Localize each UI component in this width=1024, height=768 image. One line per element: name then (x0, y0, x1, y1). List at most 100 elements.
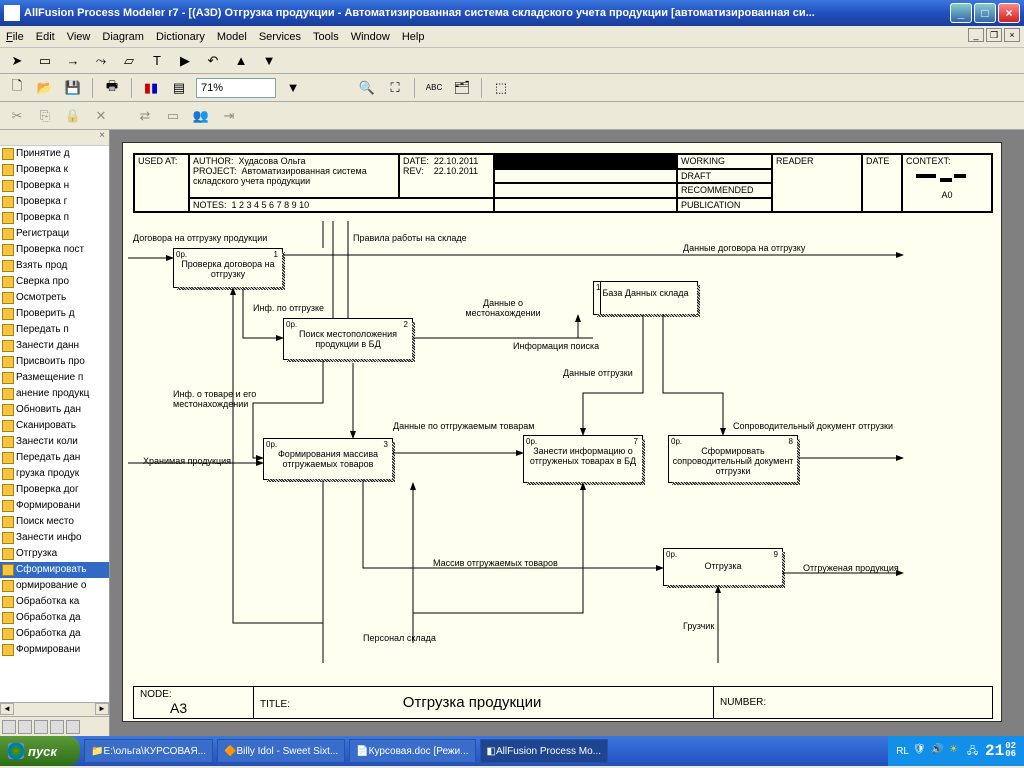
tree-item[interactable]: Принятие д (0, 146, 109, 162)
activity-8[interactable]: 0р.8 Сформировать сопроводительный докум… (668, 435, 798, 483)
tree-item[interactable]: Занести инфо (0, 530, 109, 546)
tree-item[interactable]: Поиск место (0, 514, 109, 530)
tray-volume-icon[interactable]: 🔊 (931, 744, 945, 758)
tree-item[interactable]: Передать п (0, 322, 109, 338)
down-tool[interactable]: ▼ (258, 50, 280, 72)
box-tool[interactable]: ▭ (34, 50, 56, 72)
tab-icon-4[interactable] (50, 720, 64, 734)
minimize-button[interactable]: _ (950, 3, 972, 23)
tree-item[interactable]: анение продукц (0, 386, 109, 402)
print-button[interactable]: 🖶 (101, 77, 123, 99)
tab-icon-5[interactable] (66, 720, 80, 734)
canvas-area[interactable]: USED AT: AUTHOR: Худасова Ольга PROJECT:… (110, 130, 1024, 736)
close-pane-button[interactable]: ✕ (90, 105, 112, 127)
new-button[interactable]: 🗋 (6, 77, 28, 99)
menu-file[interactable]: File (6, 31, 24, 43)
taskbar-item-1[interactable]: 📁 Е:\ольга\КУРСОВАЯ... (84, 739, 213, 763)
tray-shield-icon[interactable]: 🛡 (913, 744, 927, 758)
tree-item[interactable]: Обработка да (0, 610, 109, 626)
mdi-minimize-button[interactable]: _ (968, 28, 984, 42)
clock[interactable]: 210206 (985, 742, 1016, 760)
tree-item[interactable]: Передать дан (0, 450, 109, 466)
activity-1[interactable]: 0р.1 Проверка договора на отгрузку (173, 248, 283, 288)
save-button[interactable]: 💾 (62, 77, 84, 99)
users-button[interactable]: 👥 (190, 105, 212, 127)
menu-services[interactable]: Services (259, 31, 301, 43)
ext-button[interactable]: ⬚ (490, 77, 512, 99)
tree-item[interactable]: Обновить дан (0, 402, 109, 418)
system-tray[interactable]: RL 🛡 🔊 ☀ 🖧 210206 (888, 736, 1024, 766)
mdi-restore-button[interactable]: ❐ (986, 28, 1002, 42)
cut-button[interactable]: ✂ (6, 105, 28, 127)
activity-7[interactable]: 0р.7 Занести информацию о отгруженых тов… (523, 435, 643, 483)
layers-button[interactable]: ▤ (168, 77, 190, 99)
tree-item[interactable]: Проверить д (0, 306, 109, 322)
tree-item[interactable]: Проверка дог (0, 482, 109, 498)
taskbar-item-2[interactable]: 🔶 Billy Idol - Sweet Sixt... (217, 739, 345, 763)
merge-button[interactable]: ⇥ (218, 105, 240, 127)
activity-2[interactable]: 0р.2 Поиск местоположения продукции в БД (283, 318, 413, 360)
zoom-dropdown[interactable]: ▼ (282, 77, 304, 99)
lang-indicator[interactable]: RL (896, 746, 909, 757)
explorer-close[interactable]: × (0, 130, 109, 146)
tree-item[interactable]: Проверка к (0, 162, 109, 178)
explorer-tabs[interactable] (0, 716, 109, 736)
tree-item[interactable]: Отгрузка (0, 546, 109, 562)
menu-window[interactable]: Window (351, 31, 390, 43)
tab-icon-2[interactable] (18, 720, 32, 734)
tray-sun-icon[interactable]: ☀ (949, 744, 963, 758)
mdi-close-button[interactable]: × (1004, 28, 1020, 42)
tree-item[interactable]: Проверка н (0, 178, 109, 194)
tree-item[interactable]: Присвоить про (0, 354, 109, 370)
activity-tree[interactable]: Принятие дПроверка кПроверка нПроверка г… (0, 146, 109, 702)
tree-item[interactable]: Занести данн (0, 338, 109, 354)
tray-net-icon[interactable]: 🖧 (967, 744, 981, 758)
menu-model[interactable]: Model (217, 31, 247, 43)
tree-item-selected[interactable]: Сформировать (0, 562, 109, 578)
squiggle-tool[interactable]: ⤳ (90, 50, 112, 72)
tree-item[interactable]: Осмотреть (0, 290, 109, 306)
pointer-tool[interactable]: ➤ (6, 50, 28, 72)
menu-help[interactable]: Help (402, 31, 425, 43)
tree-item[interactable]: ормирование о (0, 578, 109, 594)
tree-item[interactable]: Сканировать (0, 418, 109, 434)
dashed-box-tool[interactable]: ▱ (118, 50, 140, 72)
activity-9[interactable]: 0р.9 Отгрузка (663, 548, 783, 586)
start-button[interactable]: пуск (0, 736, 80, 766)
tree-item[interactable]: Проверка пост (0, 242, 109, 258)
menu-view[interactable]: View (67, 31, 91, 43)
tree-item[interactable]: грузка продук (0, 466, 109, 482)
maximize-button[interactable]: □ (974, 3, 996, 23)
tree-item[interactable]: Регистраци (0, 226, 109, 242)
menu-tools[interactable]: Tools (313, 31, 339, 43)
tree-item[interactable]: Обработка ка (0, 594, 109, 610)
up-tool[interactable]: ▲ (230, 50, 252, 72)
taskbar-item-3[interactable]: 📄 Курсовая.doc [Режи... (349, 739, 475, 763)
open-button[interactable]: 📂 (34, 77, 56, 99)
tab-icon-1[interactable] (2, 720, 16, 734)
tab-icon-3[interactable] (34, 720, 48, 734)
zoom-combo[interactable] (196, 78, 276, 98)
play-tool[interactable]: ▶ (174, 50, 196, 72)
menu-diagram[interactable]: Diagram (102, 31, 144, 43)
activity-3[interactable]: 0р.3 Формирования массива отгружаемых то… (263, 438, 393, 480)
entity-button[interactable]: ▭ (162, 105, 184, 127)
taskbar-item-4[interactable]: ◧ AllFusion Process Mo... (480, 739, 609, 763)
tree-item[interactable]: Взять прод (0, 258, 109, 274)
arrow-tool[interactable]: → (62, 50, 84, 72)
tree-item[interactable]: Проверка г (0, 194, 109, 210)
datastore-1[interactable]: 1 База Данных склада (593, 281, 698, 315)
close-button[interactable]: × (998, 3, 1020, 23)
undo-tool[interactable]: ↶ (202, 50, 224, 72)
menu-dictionary[interactable]: Dictionary (156, 31, 205, 43)
palette-button[interactable]: ▮▮ (140, 77, 162, 99)
tree-item[interactable]: Занести коли (0, 434, 109, 450)
tree-item[interactable]: Обработка да (0, 626, 109, 642)
zoom-fit-button[interactable]: ⛶ (384, 77, 406, 99)
copy-button[interactable]: ⎘ (34, 105, 56, 127)
tree-item[interactable]: Формировани (0, 498, 109, 514)
lock-button[interactable]: 🔒 (62, 105, 84, 127)
tree-item[interactable]: Проверка п (0, 210, 109, 226)
tree-item[interactable]: Сверка про (0, 274, 109, 290)
zoom-out-button[interactable]: 🔍 (356, 77, 378, 99)
